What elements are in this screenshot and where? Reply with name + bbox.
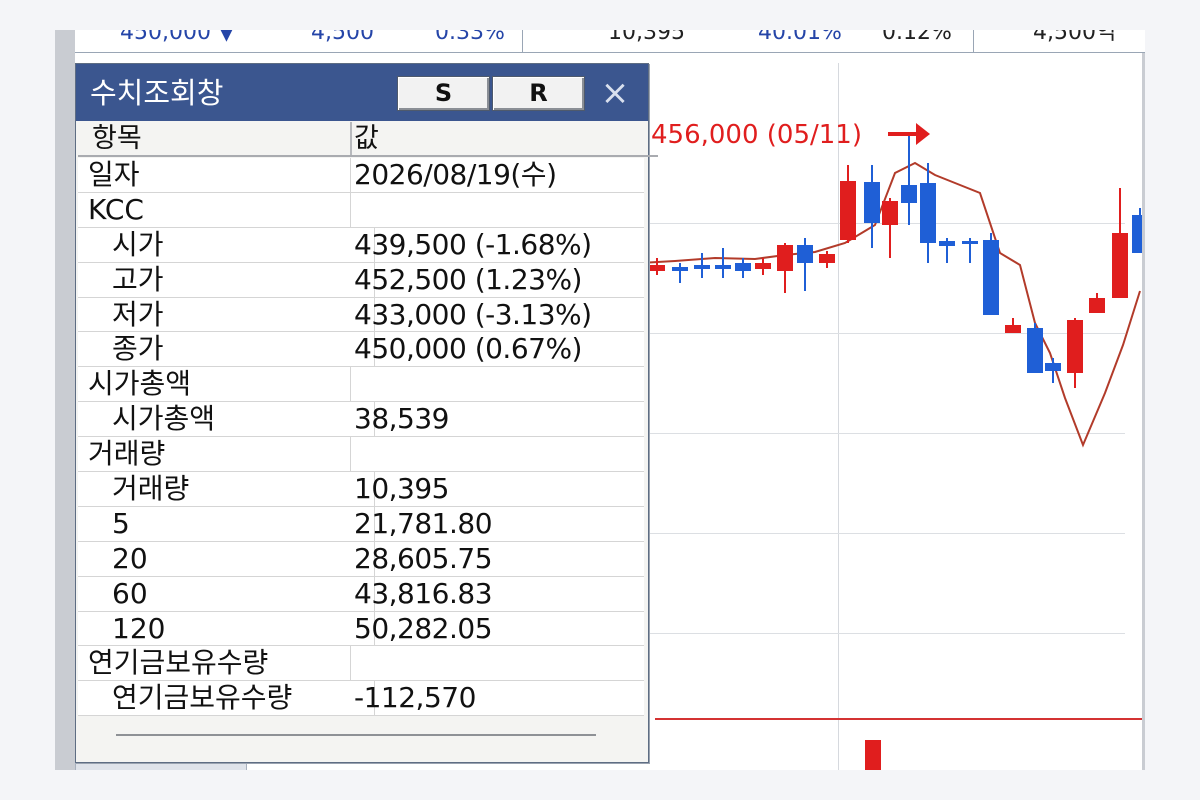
candle-body	[920, 183, 936, 243]
indicator-line	[655, 718, 1145, 720]
quote-amount: 4,500억	[1033, 30, 1117, 45]
arrow-right-icon	[888, 123, 930, 145]
row-item: 거래량	[78, 472, 375, 506]
row-value: -112,570	[354, 681, 476, 715]
quote-volume: 10,395	[608, 30, 685, 45]
volume-bar	[865, 740, 881, 770]
row-value: 450,000 (0.67%)	[354, 332, 582, 366]
row-item: 고가	[78, 262, 375, 297]
close-icon[interactable]: ×	[598, 76, 632, 110]
quote-pct: 0.12%	[882, 30, 952, 45]
candle-body	[901, 185, 917, 203]
horizontal-scrollbar[interactable]	[116, 734, 596, 736]
row-item: KCC	[78, 192, 351, 227]
table-row[interactable]: 20 28,605.75	[78, 541, 644, 577]
panel-title: 수치조회창	[90, 76, 224, 110]
row-value: 452,500 (1.23%)	[354, 262, 582, 296]
high-price-label: 456,000 (05/11)	[651, 120, 862, 150]
table-row[interactable]: 시가 439,500 (-1.68%)	[78, 227, 644, 263]
window-left-border	[55, 30, 76, 770]
table-row[interactable]: 고가 452,500 (1.23%)	[78, 262, 644, 298]
quote-separator	[973, 30, 974, 52]
row-value: 43,816.83	[354, 576, 493, 610]
chart-right-border	[1142, 53, 1145, 770]
row-item: 5	[78, 506, 375, 541]
table-row[interactable]: 120 50,282.05	[78, 611, 644, 647]
row-value: 50,282.05	[354, 611, 493, 645]
candle-body	[983, 240, 999, 315]
table-row[interactable]: 연기금보유수량	[78, 646, 644, 682]
candle-body	[649, 265, 665, 271]
quote-price: 450,000 ▼	[120, 30, 235, 45]
candle-body	[1045, 363, 1061, 371]
table-row[interactable]: 60 43,816.83	[78, 576, 644, 612]
candle-body	[864, 182, 880, 223]
candle-body	[1112, 233, 1128, 298]
table-row[interactable]: KCC	[78, 192, 644, 228]
candle-body	[1027, 328, 1043, 373]
row-value: 38,539	[354, 402, 449, 436]
row-value: 21,781.80	[354, 506, 493, 540]
row-item: 60	[78, 576, 375, 611]
table-body: 일자 2026/08/19(수) KCC 시가 439,500 (-1.68%) 고가 45…	[78, 158, 644, 717]
candle-body	[962, 241, 978, 244]
candle-body	[672, 267, 688, 271]
table-row[interactable]: 종가 450,000 (0.67%)	[78, 332, 644, 368]
table-header: 항목 값	[78, 122, 658, 158]
row-value: 439,500 (-1.68%)	[354, 227, 592, 261]
row-item: 120	[78, 611, 375, 646]
panel-titlebar[interactable]: 수치조회창 S R ×	[76, 64, 648, 121]
r-button[interactable]: R	[492, 76, 585, 111]
quote-ratio: 40.01%	[758, 30, 842, 45]
row-item: 시가총액	[78, 367, 351, 402]
table-row[interactable]: 연기금보유수량 -112,570	[78, 681, 644, 717]
table-row[interactable]: 거래량	[78, 437, 644, 473]
row-item: 종가	[78, 332, 375, 367]
candle-body	[1089, 298, 1105, 313]
table-row[interactable]: 거래량 10,395	[78, 472, 644, 507]
candle-body	[882, 201, 898, 225]
candle-body	[755, 263, 771, 269]
table-row[interactable]: 시가총액	[78, 367, 644, 403]
candle-body	[797, 245, 813, 263]
row-item: 거래량	[78, 437, 351, 472]
candle-body	[819, 254, 835, 263]
quote-bar: 450,000 ▼ 4,500 0.33% 10,395 40.01% 0.12…	[75, 30, 1145, 53]
row-item: 20	[78, 541, 375, 576]
candle-body	[840, 181, 856, 240]
row-item: 시가총액	[78, 402, 375, 437]
quote-change-rate: 0.33%	[435, 30, 505, 45]
candle-body	[777, 245, 793, 271]
row-value: 433,000 (-3.13%)	[354, 297, 592, 331]
row-value: 10,395	[354, 472, 449, 506]
candle-body	[1067, 320, 1083, 373]
candle-body	[715, 265, 731, 269]
quote-change: 4,500	[311, 30, 374, 45]
row-value: 2026/08/19(수)	[354, 158, 557, 191]
table-row[interactable]: 저가 433,000 (-3.13%)	[78, 297, 644, 333]
row-item: 연기금보유수량	[78, 646, 351, 681]
header-item: 항목	[78, 122, 352, 157]
header-value: 값	[340, 122, 658, 157]
value-table: 항목 값 일자 2026/08/19(수) KCC 시가 439,500 (-1.68%…	[78, 122, 658, 717]
table-row[interactable]: 5 21,781.80	[78, 506, 644, 542]
candle-body	[939, 241, 955, 246]
candle-body	[694, 265, 710, 269]
row-item: 저가	[78, 297, 375, 332]
row-value: 28,605.75	[354, 541, 493, 575]
table-row[interactable]: 일자 2026/08/19(수)	[78, 158, 644, 193]
candle-body	[735, 263, 751, 271]
quote-separator	[522, 30, 523, 52]
candle-body	[1005, 325, 1021, 333]
row-item: 연기금보유수량	[78, 681, 375, 716]
s-button[interactable]: S	[397, 76, 490, 111]
table-row[interactable]: 시가총액 38,539	[78, 402, 644, 438]
value-inquiry-panel: 수치조회창 S R × 항목 값 일자 2026/08/19(수) KCC 시가 439…	[75, 63, 658, 763]
row-item: 시가	[78, 227, 375, 262]
row-item: 일자	[78, 158, 351, 192]
